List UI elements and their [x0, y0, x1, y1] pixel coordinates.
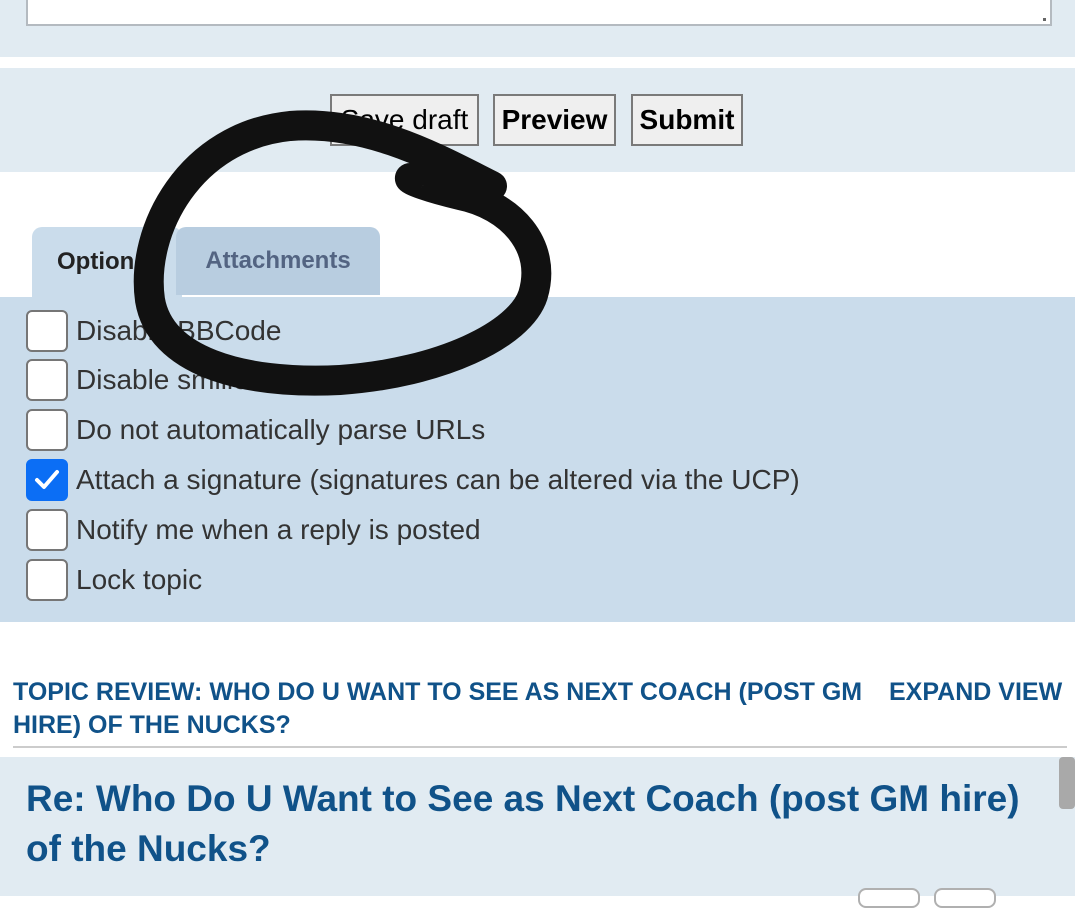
tab-options[interactable]: Options	[32, 227, 182, 297]
checkbox-checked[interactable]	[26, 459, 68, 501]
checkbox[interactable]	[26, 409, 68, 451]
option-label: Lock topic	[76, 564, 203, 595]
option-notify-reply[interactable]: Notify me when a reply is posted	[26, 509, 481, 551]
post-action-button[interactable]	[934, 888, 996, 908]
checkbox[interactable]	[26, 310, 68, 352]
resize-grip-icon[interactable]	[1043, 18, 1046, 21]
editor-area	[0, 0, 1075, 57]
option-label: Attach a signature (signatures can be al…	[76, 464, 800, 495]
option-disable-smilies[interactable]: Disable smilies	[26, 359, 263, 401]
checkmark-icon	[35, 470, 59, 489]
option-label: Disable BBCode	[76, 315, 282, 346]
message-textarea[interactable]	[26, 0, 1052, 26]
checkbox[interactable]	[26, 509, 68, 551]
submit-button[interactable]: Submit	[631, 94, 743, 146]
tab-attachments[interactable]: Attachments	[176, 227, 380, 295]
save-draft-button[interactable]: Save draft	[330, 94, 479, 146]
checkbox[interactable]	[26, 559, 68, 601]
option-attach-signature[interactable]: Attach a signature (signatures can be al…	[26, 459, 800, 501]
checkbox[interactable]	[26, 359, 68, 401]
expand-view-link[interactable]: EXPAND VIEW	[889, 676, 1062, 709]
scrollbar-thumb[interactable]	[1059, 757, 1075, 809]
post-title[interactable]: Re: Who Do U Want to See as Next Coach (…	[26, 774, 1046, 874]
post-action-button[interactable]	[858, 888, 920, 908]
option-lock-topic[interactable]: Lock topic	[26, 559, 202, 601]
option-label: Notify me when a reply is posted	[76, 514, 481, 545]
preview-button[interactable]: Preview	[493, 94, 616, 146]
option-label: Disable smilies	[76, 364, 263, 395]
topic-review-title: Topic review: Who Do U Want to See as Ne…	[13, 678, 863, 739]
topic-review-header: Topic review: Who Do U Want to See as Ne…	[13, 676, 1067, 748]
option-disable-bbcode[interactable]: Disable BBCode	[26, 310, 281, 352]
option-label: Do not automatically parse URLs	[76, 414, 486, 445]
option-no-parse-urls[interactable]: Do not automatically parse URLs	[26, 409, 485, 451]
